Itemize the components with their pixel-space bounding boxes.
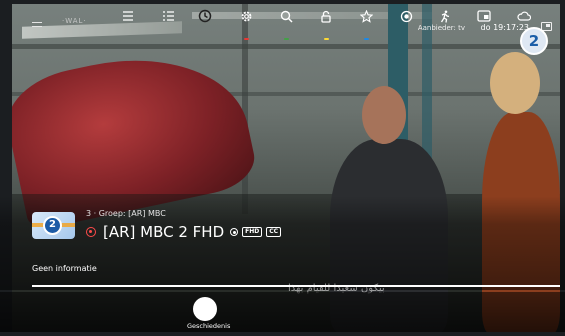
list-icon [123,11,133,21]
roof-beam [12,44,560,49]
history-button[interactable] [190,0,220,40]
search-icon [280,10,293,23]
gear-icon [241,11,251,22]
history-label: Geschiedenis [187,322,231,330]
fhd-badge: FHD [242,227,263,237]
lock-button[interactable] [311,0,341,40]
list-button[interactable] [113,0,143,40]
provider-logo: ·WAL· [62,17,87,25]
channel-title: [AR] MBC 2 FHD [103,223,225,241]
live-icon [230,228,239,236]
channel-title-row: [AR] MBC 2 FHD FHD CC [86,222,282,242]
cc-badge: CC [266,227,282,237]
favorite-button[interactable] [351,0,381,40]
program-info: Geen informatie [32,264,97,273]
channel-logo: 2 [32,212,75,239]
search-button[interactable] [271,0,301,40]
yellow-key-indicator [323,38,329,40]
settings-button[interactable] [231,0,261,40]
lock-icon [321,10,331,23]
menu-icon[interactable] [32,22,42,30]
record-button[interactable] [391,0,421,40]
cloud-button[interactable] [509,0,539,40]
active-button-highlight [193,297,217,321]
cloud-icon [517,11,531,21]
star-icon [359,10,373,23]
mechanic-head [362,86,406,144]
record-icon [400,10,412,23]
channel-info-panel [0,196,565,290]
green-key-indicator [283,38,289,40]
run-icon [440,10,450,23]
sleep-button[interactable] [430,0,460,40]
red-key-indicator [243,38,249,40]
list-detail-button[interactable] [153,0,183,40]
pip-icon [477,10,491,22]
history-icon [198,9,212,23]
blue-key-indicator [363,38,369,40]
bottom-toolbar [0,292,565,332]
list-detail-icon [162,11,174,21]
recording-icon [86,227,96,237]
channel-group: 3 · Groep: [AR] MBC [86,209,166,218]
pip-button[interactable] [469,0,499,40]
woman-head [490,52,540,114]
